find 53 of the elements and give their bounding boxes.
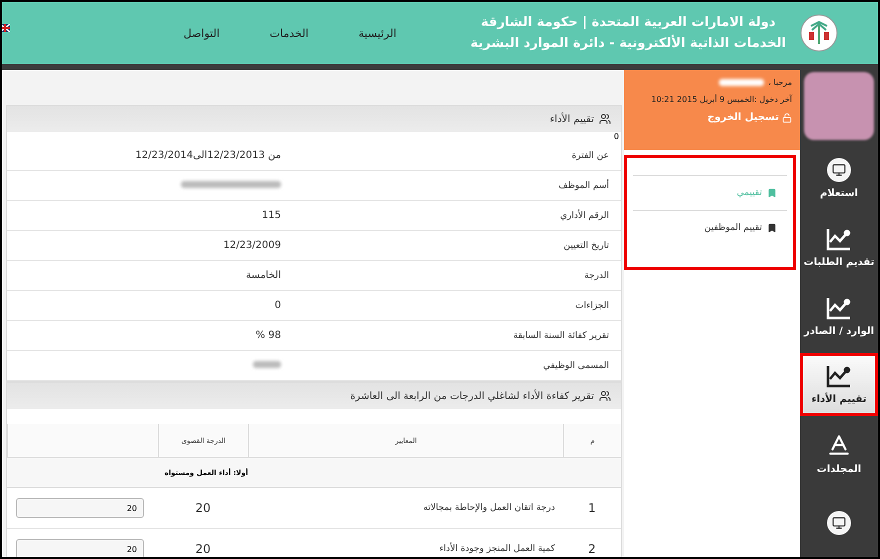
line-chart-icon <box>826 226 852 251</box>
menu-item[interactable]: تقييم الموظفين <box>633 210 787 245</box>
nav-link[interactable]: الرئيسية <box>358 26 396 40</box>
field-value: 115 <box>262 210 281 221</box>
monitor-icon <box>827 510 851 535</box>
row-number: 1 <box>587 501 597 515</box>
field-label: المسمى الوظيفي <box>542 360 610 370</box>
field-label: أسم الموظف <box>558 180 610 190</box>
sidebar-item[interactable]: الوارد / الصادر <box>800 284 878 348</box>
users-icon <box>599 113 611 125</box>
field-label: عن الفترة <box>570 150 610 160</box>
site-title: دولة الامارات العربية المتحدة | حكومة الشارقة <box>480 15 776 30</box>
nav-link[interactable]: التواصل <box>184 26 220 40</box>
field-label: الجزاءات <box>574 300 610 310</box>
emblem-logo <box>800 14 838 52</box>
sidebar-item[interactable]: استعلام <box>800 146 878 210</box>
criterion-text: كمية العمل المنجز وجودة الأداء <box>438 544 556 554</box>
sidebar-item[interactable]: تقييم الأداء <box>800 353 878 416</box>
bookmark-icon <box>767 188 777 198</box>
panel-title: تقرير كفاءة الأداء لشاغلي الدرجات من الرابعة الى العاشرة <box>350 390 594 402</box>
max-score: 20 <box>194 542 212 556</box>
blurred-text <box>719 79 764 86</box>
marker-text: 0 <box>614 132 619 141</box>
monitor-icon <box>827 158 851 182</box>
field-value: 98 % <box>256 330 281 341</box>
last-login-text: آخر دخول :الخميس 9 أبريل 2015 10:21 <box>651 95 792 104</box>
field-value: 12/23/2009 <box>223 240 281 251</box>
line-chart-icon <box>826 296 852 320</box>
field-label: الدرجة <box>583 270 610 280</box>
greeting-text: مرحبا ، <box>768 78 792 87</box>
panel-title: تقييم الأداء <box>550 114 594 124</box>
row-number: 2 <box>587 542 597 556</box>
criterion-text: درجة اتقان العمل والإحاطة بمجالاته <box>422 503 556 513</box>
flag-icon[interactable] <box>2 24 10 32</box>
field-label: تاريخ التعيين <box>562 240 610 250</box>
line-chart-icon <box>826 364 852 388</box>
score-input[interactable]: 20 <box>16 539 144 557</box>
blurred-text <box>253 360 281 368</box>
max-score: 20 <box>194 501 212 515</box>
photo-placeholder <box>804 72 874 140</box>
users-icon <box>599 390 611 402</box>
sidebar-item[interactable]: المجلدات <box>800 422 878 486</box>
padlock-icon <box>782 112 792 122</box>
field-label: الرقم الأداري <box>559 210 610 220</box>
field-value: الخامسة <box>246 270 281 281</box>
score-input[interactable]: 20 <box>16 498 144 518</box>
field-label: تقرير كفائة السنة السابقة <box>512 330 610 340</box>
site-subtitle: الخدمات الذاتية الألكترونية - دائرة الموارد البشرية <box>470 36 786 51</box>
bookmark-icon <box>767 223 777 233</box>
sidebar-item[interactable]: تقديم الطلبات <box>800 216 878 279</box>
field-value: من 12/23/2013الى12/23/2014 <box>135 150 281 161</box>
field-value: 0 <box>274 300 281 311</box>
nav-link[interactable]: الخدمات <box>270 26 309 40</box>
